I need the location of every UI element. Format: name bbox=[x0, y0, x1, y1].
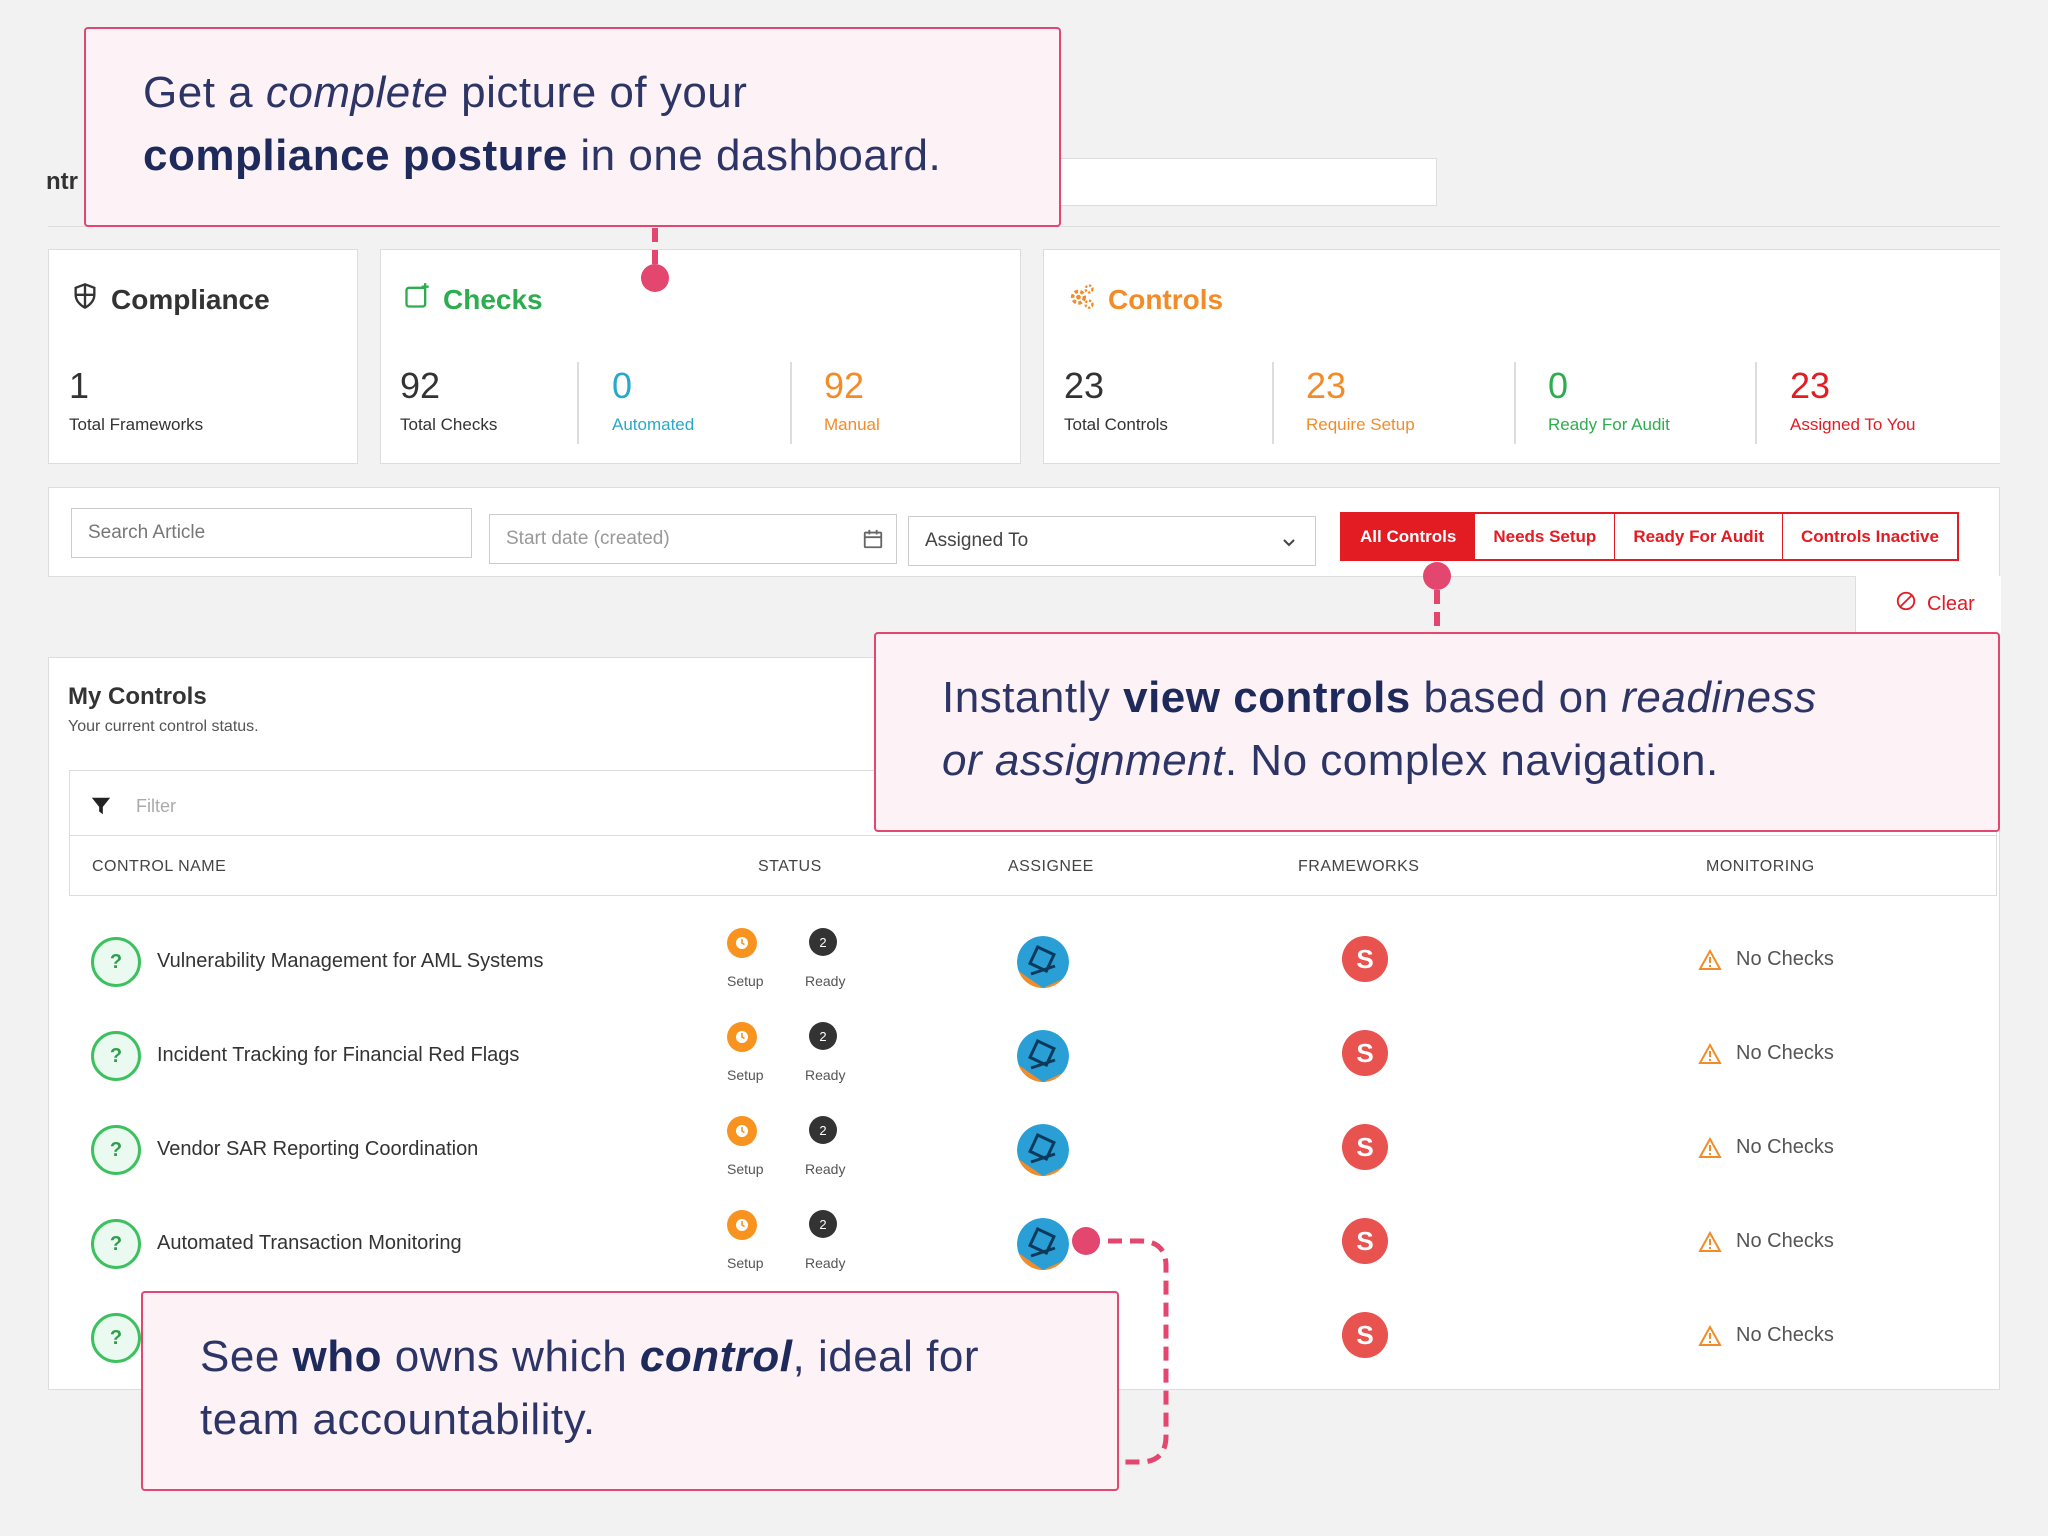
callout-ownership: See who owns which control, ideal for te… bbox=[141, 1291, 1119, 1491]
callout-pin bbox=[641, 264, 669, 292]
callout-view-controls: Instantly view controls based on readine… bbox=[874, 632, 2000, 832]
callout-pin bbox=[1423, 562, 1451, 590]
callout-pin bbox=[1072, 1227, 1100, 1255]
callout-overview: Get a complete picture of your complianc… bbox=[84, 27, 1061, 227]
